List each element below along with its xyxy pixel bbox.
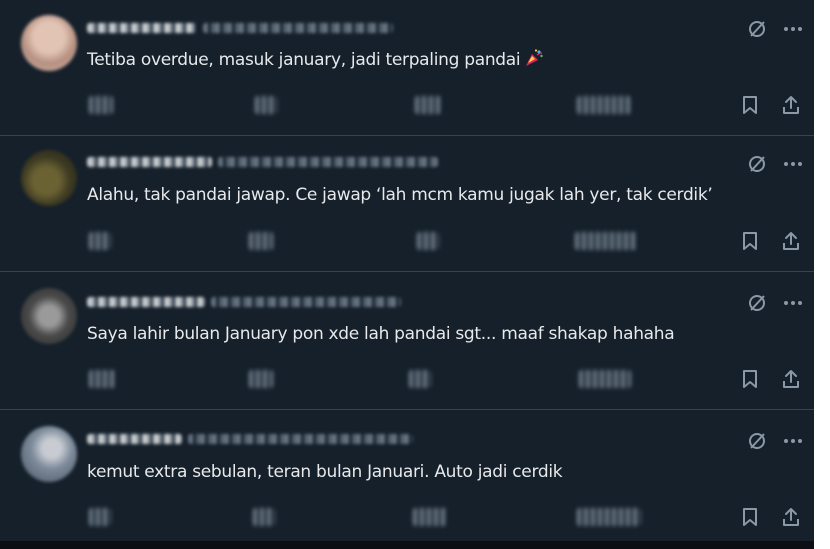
views-icon[interactable] <box>577 96 631 114</box>
reply-text: kemut extra sebulan, teran bulan Januari… <box>87 462 563 482</box>
grok-icon[interactable] <box>746 430 768 452</box>
avatar[interactable] <box>21 150 77 206</box>
author-name[interactable] <box>87 434 182 444</box>
reply-item[interactable]: Saya lahir bulan January pon xde lah pan… <box>0 272 814 410</box>
avatar[interactable] <box>21 288 77 344</box>
share-icon[interactable] <box>780 506 802 528</box>
more-icon[interactable] <box>782 292 804 314</box>
views-icon[interactable] <box>577 508 641 526</box>
party-popper-emoji <box>526 49 544 66</box>
views-icon[interactable] <box>579 370 631 388</box>
share-icon[interactable] <box>780 94 802 116</box>
reply-text: Saya lahir bulan January pon xde lah pan… <box>87 324 675 344</box>
grok-icon[interactable] <box>746 292 768 314</box>
like-icon[interactable] <box>409 370 431 388</box>
reply-icon[interactable] <box>89 96 113 114</box>
action-bar <box>87 506 807 528</box>
author-name[interactable] <box>87 297 205 307</box>
reply-item[interactable]: Alahu, tak pandai jawap. Ce jawap ‘lah m… <box>0 136 814 272</box>
like-icon[interactable] <box>417 232 439 250</box>
more-icon[interactable] <box>782 153 804 175</box>
grok-icon[interactable] <box>746 153 768 175</box>
author-handle-and-time[interactable] <box>218 157 438 167</box>
action-bar <box>87 94 807 116</box>
bookmark-icon[interactable] <box>739 94 761 116</box>
bookmark-icon[interactable] <box>739 368 761 390</box>
like-icon[interactable] <box>415 96 441 114</box>
window-edge-bottom <box>0 541 814 549</box>
window-edge <box>814 0 830 549</box>
more-icon[interactable] <box>782 430 804 452</box>
author-handle-and-time[interactable] <box>203 23 393 33</box>
reply-item[interactable]: kemut extra sebulan, teran bulan Januari… <box>0 410 814 541</box>
avatar[interactable] <box>21 426 77 482</box>
author-handle-and-time[interactable] <box>211 297 401 307</box>
repost-icon[interactable] <box>255 96 277 114</box>
author-line[interactable] <box>87 431 447 447</box>
reply-icon[interactable] <box>89 232 111 250</box>
author-line[interactable] <box>87 20 447 36</box>
bookmark-icon[interactable] <box>739 506 761 528</box>
reply-text: Alahu, tak pandai jawap. Ce jawap ‘lah m… <box>87 185 713 205</box>
repost-icon[interactable] <box>249 232 273 250</box>
replies-panel: Tetiba overdue, masuk january, jadi terp… <box>0 0 814 549</box>
repost-icon[interactable] <box>253 508 275 526</box>
author-line[interactable] <box>87 294 447 310</box>
author-handle-and-time[interactable] <box>188 434 413 444</box>
repost-icon[interactable] <box>249 370 273 388</box>
avatar[interactable] <box>21 15 77 71</box>
reply-icon[interactable] <box>89 508 111 526</box>
reply-item[interactable]: Tetiba overdue, masuk january, jadi terp… <box>0 0 814 136</box>
share-icon[interactable] <box>780 230 802 252</box>
grok-icon[interactable] <box>746 18 768 40</box>
action-bar <box>87 230 807 252</box>
bookmark-icon[interactable] <box>739 230 761 252</box>
like-icon[interactable] <box>413 508 447 526</box>
reply-text: Tetiba overdue, masuk january, jadi terp… <box>87 48 544 71</box>
views-icon[interactable] <box>575 232 637 250</box>
author-name[interactable] <box>87 157 212 167</box>
share-icon[interactable] <box>780 368 802 390</box>
author-line[interactable] <box>87 154 447 170</box>
action-bar <box>87 368 807 390</box>
reply-icon[interactable] <box>89 370 115 388</box>
more-icon[interactable] <box>782 18 804 40</box>
author-name[interactable] <box>87 23 197 33</box>
